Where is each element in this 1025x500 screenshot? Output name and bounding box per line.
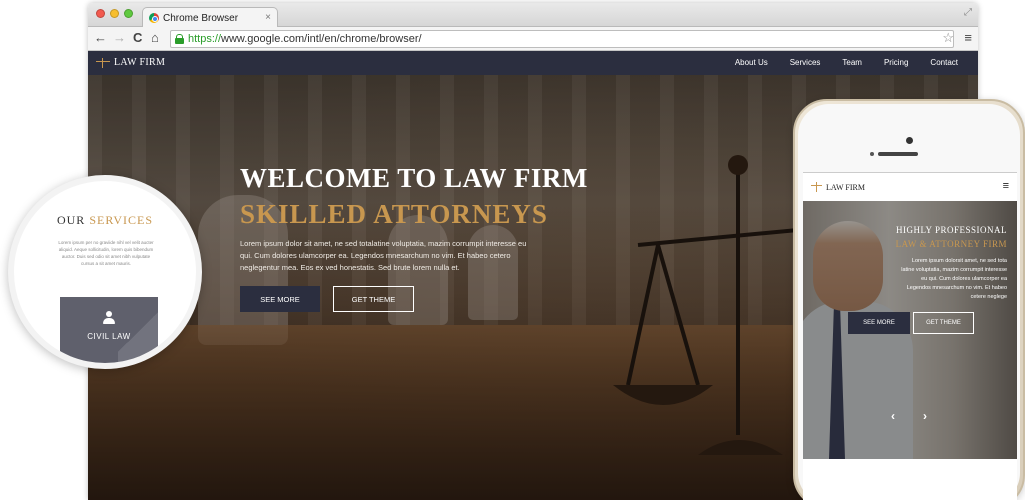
services-description: Lorem ipsum per no graviide nihl vel vel…	[58, 240, 154, 266]
tab-close-icon[interactable]: ×	[265, 12, 271, 23]
services-heading-part1: OUR	[56, 213, 86, 227]
nav-menu: About Us Services Team Pricing Contact	[735, 58, 958, 67]
reload-icon[interactable]: C	[133, 30, 142, 46]
close-window-button[interactable]	[96, 9, 105, 18]
tab-title: Chrome Browser	[163, 12, 239, 24]
chevron-left-icon[interactable]: ‹	[885, 408, 901, 424]
nav-team[interactable]: Team	[842, 58, 862, 67]
mobile-hero-description: Lorem ipsum dolorsit amet, ne sed tota l…	[901, 258, 1007, 300]
services-heading-part2: SERVICES	[89, 213, 154, 227]
home-icon[interactable]: ⌂	[151, 30, 159, 46]
mobile-get-theme-button[interactable]: GET THEME	[913, 312, 974, 334]
nav-pricing[interactable]: Pricing	[884, 58, 908, 67]
hero-description: Lorem ipsum dolor sit amet, ne sed total…	[240, 239, 527, 272]
mobile-hero: HIGHLY PROFESSIONAL LAW & ATTORNEY FIRM …	[803, 201, 1017, 459]
url-scheme: https://	[188, 33, 222, 45]
address-bar[interactable]: https://www.google.com/intl/en/chrome/br…	[170, 30, 954, 48]
services-magnifier: OUR SERVICES Lorem ipsum per no graviide…	[8, 175, 202, 369]
services-heading: OUR SERVICES	[14, 213, 196, 228]
site-logo[interactable]: LAW FIRM	[96, 57, 165, 68]
hero-title: WELCOME TO LAW FIRM	[240, 163, 588, 193]
see-more-button[interactable]: SEE MORE	[240, 286, 320, 312]
chrome-icon	[149, 13, 159, 23]
browser-menu-icon[interactable]: ≡	[964, 30, 972, 45]
mobile-hero-title: HIGHLY PROFESSIONAL	[895, 225, 1007, 235]
chevron-right-icon[interactable]: ›	[917, 408, 933, 424]
fullscreen-icon[interactable]: ⤢	[964, 7, 972, 18]
phone-sensor	[870, 152, 874, 156]
forward-icon[interactable]: →	[113, 30, 126, 46]
scales-icon	[96, 57, 110, 68]
zoom-window-button[interactable]	[124, 9, 133, 18]
mobile-brand-name: LAW FIRM	[826, 182, 865, 192]
browser-toolbar: ← → C ⌂ https://www.google.com/intl/en/c…	[88, 27, 978, 51]
site-navbar: LAW FIRM About Us Services Team Pricing …	[88, 51, 978, 75]
minimize-window-button[interactable]	[110, 9, 119, 18]
url-text: www.google.com/intl/en/chrome/browser/	[221, 33, 422, 45]
mobile-hero-subtitle: LAW & ATTORNEY FIRM	[895, 239, 1007, 249]
mobile-content-below	[803, 459, 1017, 500]
browser-tab[interactable]: Chrome Browser ×	[142, 7, 278, 28]
phone-speaker	[878, 152, 918, 156]
get-theme-button[interactable]: GET THEME	[333, 286, 414, 312]
user-icon	[103, 311, 115, 325]
brand-name: LAW FIRM	[114, 57, 166, 68]
nav-services[interactable]: Services	[790, 58, 821, 67]
nav-contact[interactable]: Contact	[930, 58, 958, 67]
mobile-navbar: LAW FIRM ≡	[803, 173, 1017, 201]
mobile-see-more-button[interactable]: SEE MORE	[848, 312, 910, 334]
hero-subtitle: SKILLED ATTORNEYS	[240, 199, 548, 229]
phone-camera	[906, 137, 913, 144]
lock-icon	[175, 34, 184, 44]
browser-tab-bar: Chrome Browser × ⤢	[88, 3, 978, 28]
mobile-site-logo[interactable]: LAW FIRM	[811, 182, 865, 192]
scales-icon	[811, 182, 822, 192]
phone-screen: LAW FIRM ≡ HIGHLY PROFESSIONAL LAW & ATT…	[803, 172, 1017, 500]
hamburger-menu-icon[interactable]: ≡	[1003, 180, 1009, 192]
back-icon[interactable]: ←	[94, 30, 107, 46]
service-card-civil-law[interactable]: CIVIL LAW	[60, 297, 158, 363]
window-controls	[96, 9, 133, 18]
nav-about-us[interactable]: About Us	[735, 58, 768, 67]
bookmark-star-icon[interactable]: ☆	[942, 30, 954, 46]
service-card-label: CIVIL LAW	[87, 332, 131, 341]
